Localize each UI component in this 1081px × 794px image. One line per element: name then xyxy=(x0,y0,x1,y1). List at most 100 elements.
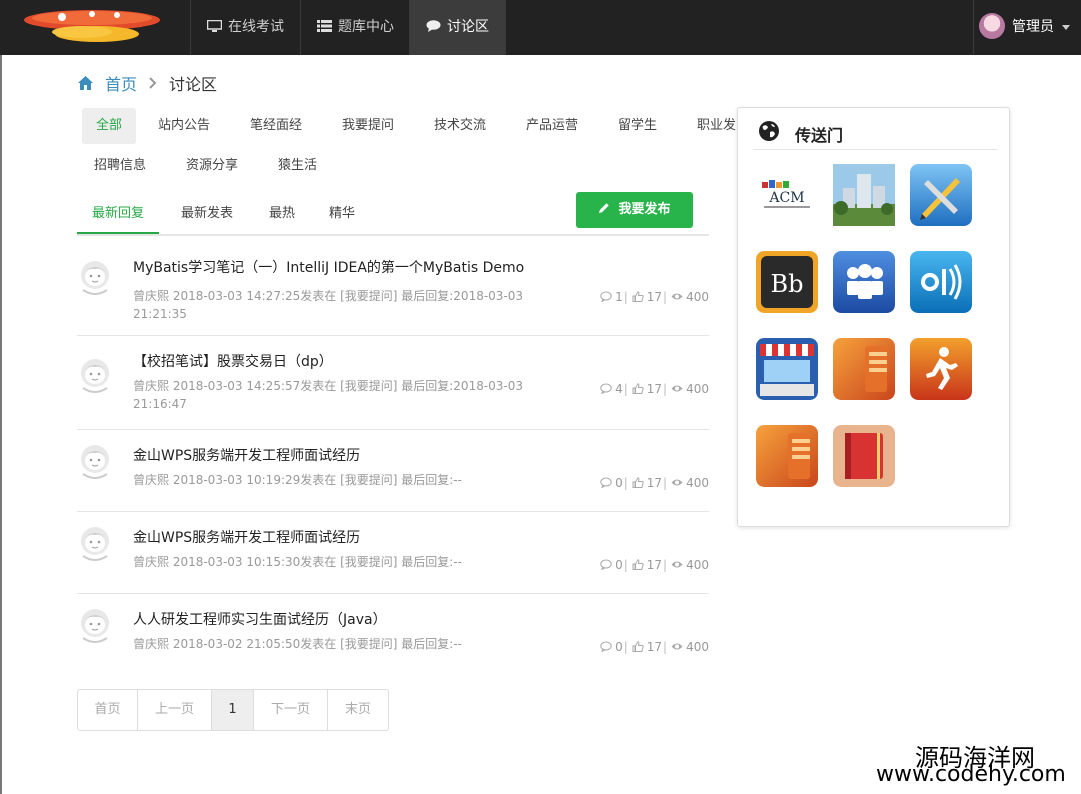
like-count: 17 xyxy=(646,640,663,654)
nav-label: 在线考试 xyxy=(228,19,284,35)
eye-icon xyxy=(671,643,683,650)
aol-app[interactable] xyxy=(910,251,972,313)
category-tabs: 全部 站内公告 笔经面经 我要提问 技术交流 产品运营 留学生 职业发 招聘信息… xyxy=(80,108,740,188)
default-avatar-icon xyxy=(81,609,109,643)
runner-app[interactable] xyxy=(910,338,972,400)
globe-icon xyxy=(759,121,779,141)
category-tab[interactable]: 我要提问 xyxy=(328,108,408,144)
category-tab[interactable]: 资源分享 xyxy=(172,148,252,184)
folder-app[interactable] xyxy=(833,338,895,400)
sort-tab-latest-reply[interactable]: 最新回复 xyxy=(77,196,160,234)
nav-forum[interactable]: 讨论区 xyxy=(409,0,505,55)
thumbs-up-icon xyxy=(632,641,644,652)
post-stats: 1| 17| 400 xyxy=(597,290,709,304)
myspace-app[interactable] xyxy=(833,251,895,313)
category-tab[interactable]: 招聘信息 xyxy=(80,148,160,184)
like-count: 17 xyxy=(646,382,663,396)
thumbs-up-icon xyxy=(632,291,644,302)
post-title[interactable]: 【校招笔试】股票交易日（dp） xyxy=(133,351,333,371)
post-meta: 曾庆熙 2018-03-03 10:15:30发表在 [我要提问] 最后回复:-… xyxy=(133,555,462,569)
like-count: 17 xyxy=(646,290,663,304)
sort-tab-hottest[interactable]: 最热 xyxy=(254,196,310,234)
nav-label: 题库中心 xyxy=(338,19,394,35)
user-menu[interactable]: 管理员 xyxy=(973,0,1081,55)
comment-icon xyxy=(600,291,612,302)
page-last[interactable]: 末页 xyxy=(328,690,388,730)
eye-icon xyxy=(671,479,683,486)
nav-divider xyxy=(505,0,506,55)
category-tab[interactable]: 留学生 xyxy=(604,108,671,144)
post-item[interactable]: MyBatis学习笔记（一）IntelliJ IDEA的第一个MyBatis D… xyxy=(77,238,709,336)
page-current[interactable]: 1 xyxy=(212,690,254,730)
monitor-icon xyxy=(207,20,222,32)
nav-label: 讨论区 xyxy=(447,19,489,35)
comment-icon xyxy=(600,641,612,652)
page-next[interactable]: 下一页 xyxy=(254,690,328,730)
mushroom-logo[interactable] xyxy=(22,6,162,44)
sort-tab-latest-post[interactable]: 最新发表 xyxy=(166,196,248,234)
post-meta: 曾庆熙 2018-03-03 14:25:57发表在 [我要提问] 最后回复:2… xyxy=(133,379,524,411)
view-count: 400 xyxy=(686,382,709,396)
acm-logo[interactable]: ACM xyxy=(756,164,818,226)
comment-count: 4 xyxy=(615,382,623,396)
blackboard-app[interactable]: Bb xyxy=(756,251,818,313)
category-tab[interactable]: 站内公告 xyxy=(144,108,224,144)
nav-online-exam[interactable]: 在线考试 xyxy=(190,0,300,55)
post-title[interactable]: 金山WPS服务端开发工程师面试经历 xyxy=(133,445,360,465)
post-item[interactable]: 【校招笔试】股票交易日（dp） 曾庆熙 2018-03-03 14:25:57发… xyxy=(77,336,709,430)
breadcrumb-home-link[interactable]: 首页 xyxy=(105,71,137,95)
eye-icon xyxy=(671,385,683,392)
watermark-url: www.codehy.com xyxy=(876,762,1066,787)
category-tab[interactable]: 技术交流 xyxy=(420,108,500,144)
notebook-app[interactable] xyxy=(833,425,895,487)
page-prev[interactable]: 上一页 xyxy=(138,690,212,730)
nav-question-bank[interactable]: 题库中心 xyxy=(300,0,409,55)
like-count: 17 xyxy=(646,558,663,572)
category-tab[interactable]: 全部 xyxy=(82,108,137,144)
category-tab[interactable]: 笔经面经 xyxy=(236,108,316,144)
store-app[interactable] xyxy=(756,338,818,400)
comment-icon xyxy=(600,383,612,394)
avatar xyxy=(979,13,1005,39)
view-count: 400 xyxy=(686,640,709,654)
svg-text:Bb: Bb xyxy=(771,270,804,298)
category-tab[interactable]: 猿生活 xyxy=(264,148,331,184)
thumbs-up-icon xyxy=(632,477,644,488)
category-tab[interactable]: 职业发 xyxy=(683,108,740,144)
default-avatar-icon xyxy=(81,359,109,393)
page-first[interactable]: 首页 xyxy=(78,690,138,730)
view-count: 400 xyxy=(686,558,709,572)
view-count: 400 xyxy=(686,290,709,304)
post-stats: 4| 17| 400 xyxy=(597,382,709,396)
post-title[interactable]: 金山WPS服务端开发工程师面试经历 xyxy=(133,527,360,547)
portal-panel: 传送门 ACM Bb xyxy=(737,107,1010,527)
post-stats: 0| 17| 400 xyxy=(597,476,709,490)
post-title[interactable]: 人人研发工程师实习生面试经历（Java） xyxy=(133,609,387,629)
publish-button[interactable]: 我要发布 xyxy=(576,192,693,228)
sort-tab-featured[interactable]: 精华 xyxy=(314,196,370,234)
comment-icon xyxy=(426,20,441,32)
folder-app-2[interactable] xyxy=(756,425,818,487)
pencil-icon xyxy=(599,203,610,213)
post-item[interactable]: 金山WPS服务端开发工程师面试经历 曾庆熙 2018-03-03 10:15:3… xyxy=(77,512,709,594)
breadcrumb: 首页 讨论区 xyxy=(78,72,217,94)
post-item[interactable]: 人人研发工程师实习生面试经历（Java） 曾庆熙 2018-03-02 21:0… xyxy=(77,594,709,676)
comment-icon xyxy=(600,559,612,570)
comment-count: 0 xyxy=(615,476,623,490)
like-count: 17 xyxy=(646,476,663,490)
default-avatar-icon xyxy=(81,261,109,295)
post-item[interactable]: 金山WPS服务端开发工程师面试经历 曾庆熙 2018-03-03 10:19:2… xyxy=(77,430,709,512)
post-meta: 曾庆熙 2018-03-02 21:05:50发表在 [我要提问] 最后回复:-… xyxy=(133,637,462,651)
campus-building[interactable] xyxy=(833,164,895,226)
eye-icon xyxy=(671,293,683,300)
breadcrumb-current: 讨论区 xyxy=(169,75,218,94)
page: 在线考试 题库中心 讨论区 管理员 首页 讨论区 全部 站内公告 笔经面经 我要… xyxy=(0,0,1081,794)
category-tab[interactable]: 产品运营 xyxy=(512,108,592,144)
pencil-ruler-app[interactable] xyxy=(910,164,972,226)
post-title[interactable]: MyBatis学习笔记（一）IntelliJ IDEA的第一个MyBatis D… xyxy=(133,257,524,277)
comment-count: 1 xyxy=(615,290,623,304)
default-avatar-icon xyxy=(81,527,109,561)
thumbs-up-icon xyxy=(632,559,644,570)
home-icon xyxy=(78,76,93,90)
comment-count: 0 xyxy=(615,558,623,572)
